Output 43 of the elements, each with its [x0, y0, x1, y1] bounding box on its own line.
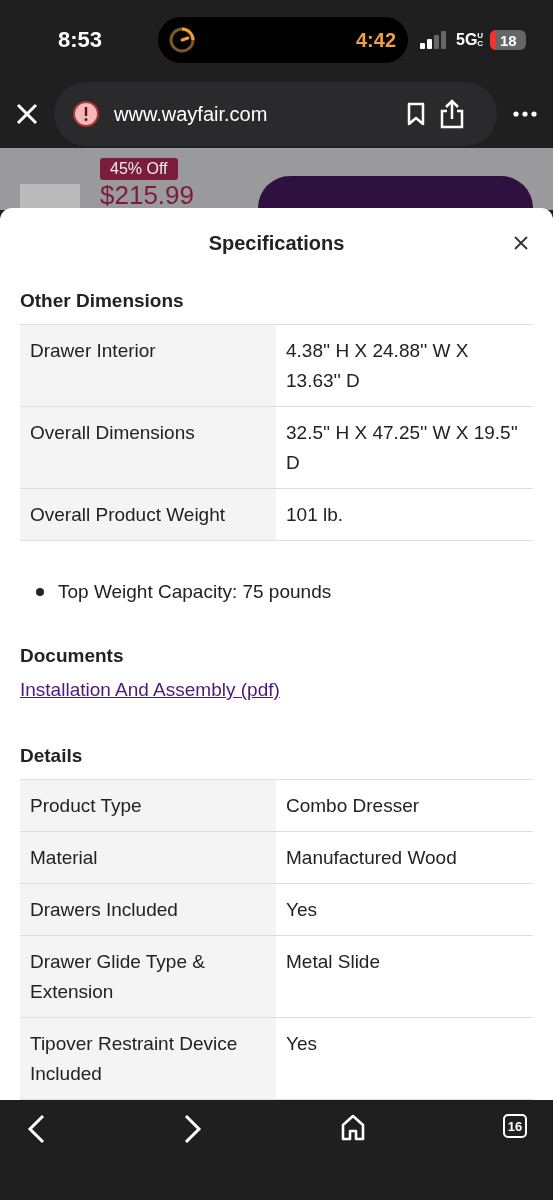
spec-value: Metal Slide — [285, 950, 381, 974]
document-link[interactable]: Installation And Assembly (pdf) — [20, 679, 280, 701]
forward-icon[interactable] — [183, 1114, 203, 1144]
tabs-button[interactable]: 16 — [503, 1114, 527, 1138]
close-icon[interactable] — [514, 236, 528, 250]
spec-label: Drawer Interior — [20, 325, 276, 406]
spec-label: Overall Product Weight — [20, 489, 276, 540]
url-text: www.wayfair.com — [114, 102, 269, 126]
bookmark-icon[interactable] — [407, 102, 425, 126]
spec-value: 4.38'' H X 24.88'' W X 13.63'' D — [285, 339, 470, 393]
spec-value: 32.5'' H X 47.25'' W X 19.5'' D — [285, 421, 519, 475]
signal-icon — [420, 31, 446, 49]
bullet-text: Top Weight Capacity: 75 pounds — [58, 581, 332, 603]
spec-value: 101 lb. — [285, 503, 345, 527]
spec-label: Drawers Included — [20, 884, 276, 935]
spec-label: Overall Dimensions — [20, 407, 276, 488]
share-icon[interactable] — [439, 99, 465, 129]
more-icon[interactable] — [513, 111, 537, 117]
section-heading: Details — [20, 744, 84, 768]
spec-label: Tipover Restraint Device Included — [20, 1018, 276, 1099]
network-sub-label: UC — [477, 32, 485, 48]
network-label: 5G — [456, 31, 478, 49]
back-icon[interactable] — [26, 1114, 46, 1144]
timer-icon — [168, 26, 196, 54]
spec-value: Yes — [285, 1032, 318, 1056]
bullet-icon — [36, 588, 44, 596]
spec-value: Yes — [285, 898, 318, 922]
clock-time: 8:53 — [58, 27, 104, 53]
discount-badge: 45% Off — [100, 158, 178, 180]
address-bar[interactable]: www.wayfair.com — [54, 82, 497, 146]
spec-value: Combo Dresser — [285, 794, 421, 818]
timer-text: 4:42 — [355, 28, 396, 52]
sheet-title: Specifications — [208, 231, 345, 255]
spec-value: Manufactured Wood — [285, 846, 458, 870]
section-heading: Other Dimensions — [20, 289, 185, 313]
spec-label: Drawer Glide Type & Extension — [20, 936, 276, 1017]
spec-label: Material — [20, 832, 276, 883]
warning-icon — [72, 100, 100, 128]
spec-label: Product Type — [20, 780, 276, 831]
section-heading: Documents — [20, 644, 124, 668]
battery-indicator: 18 — [490, 30, 527, 50]
price-text: $215.99 — [100, 180, 194, 210]
home-icon[interactable] — [340, 1114, 366, 1142]
